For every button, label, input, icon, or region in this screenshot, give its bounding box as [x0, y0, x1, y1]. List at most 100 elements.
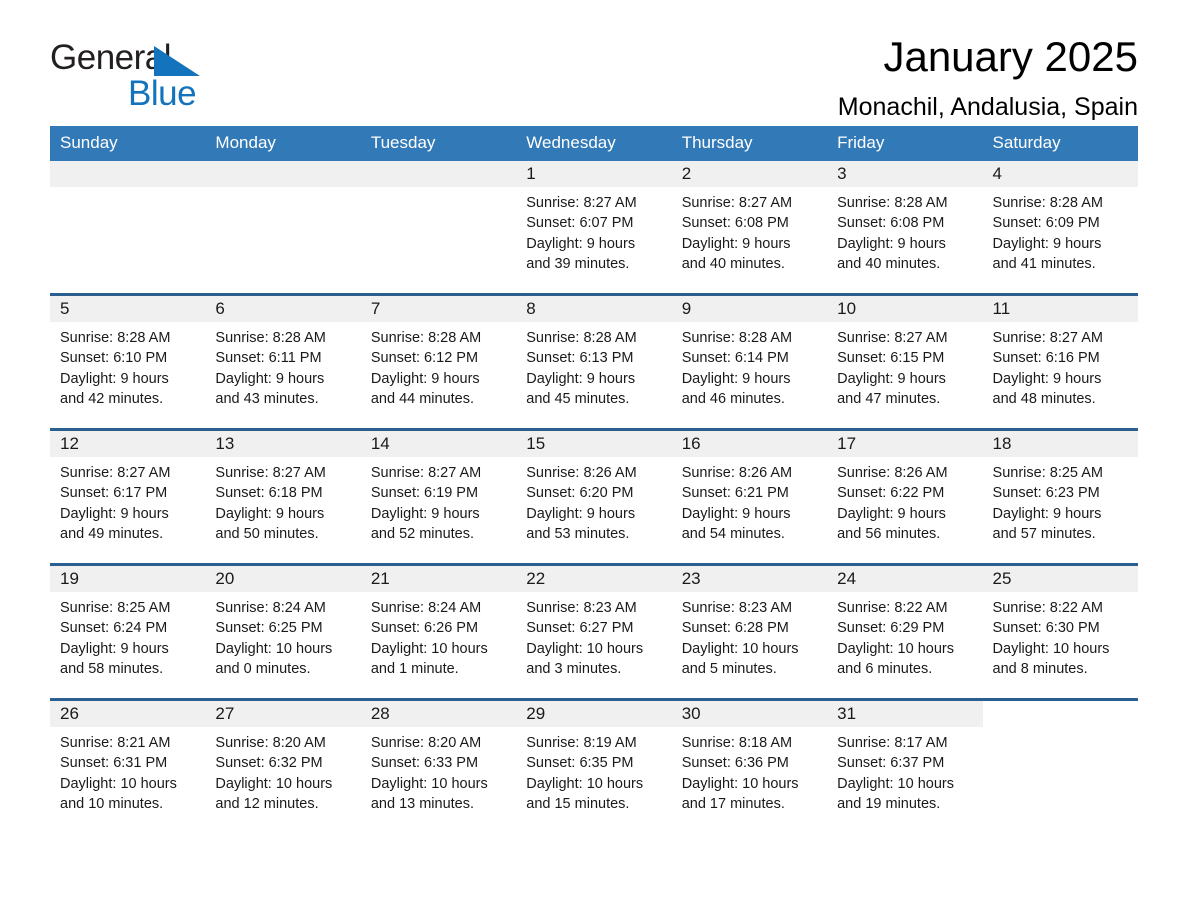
calendar-day-cell[interactable]: 28 Sunrise: 8:20 AM Sunset: 6:33 PM Dayligh…: [360, 698, 517, 833]
sunset-text: Sunset: 6:14 PM: [681, 350, 789, 367]
day-number: 27: [205, 701, 361, 727]
calendar-day-cell[interactable]: 15 Sunrise: 8:26 AM Sunset: 6:20 PM Dayligh…: [516, 428, 672, 565]
day-number: 1: [516, 161, 672, 187]
day-cell-inner: 17 Sunrise: 8:26 AM Sunset: 6:22 PM Dayligh…: [827, 431, 983, 563]
day-number: 30: [671, 701, 828, 727]
day-cell-inner: 19 Sunrise: 8:25 AM Sunset: 6:24 PM Dayligh…: [50, 566, 206, 698]
day-details: Sunrise: 8:26 AM Sunset: 6:20 PM Daylight:…: [516, 457, 671, 544]
calendar-day-cell[interactable]: 23 Sunrise: 8:23 AM Sunset: 6:28 PM Dayligh…: [671, 563, 828, 700]
calendar-day-cell[interactable]: 5 Sunrise: 8:28 AM Sunset: 6:10 PM Daylight…: [50, 293, 206, 430]
calendar-day-cell[interactable]: 29 Sunrise: 8:19 AM Sunset: 6:35 PM Dayligh…: [516, 698, 672, 833]
day-details: Sunrise: 8:28 AM Sunset: 6:10 PM Daylight:…: [50, 322, 205, 409]
daylight-text-line2: and 42 minutes.: [60, 390, 164, 407]
calendar-day-cell[interactable]: 25 Sunrise: 8:22 AM Sunset: 6:30 PM Dayligh…: [982, 563, 1138, 700]
calendar-day-cell[interactable]: 22 Sunrise: 8:23 AM Sunset: 6:27 PM Dayligh…: [516, 563, 672, 700]
calendar-day-cell[interactable]: 6 Sunrise: 8:28 AM Sunset: 6:11 PM Daylight…: [205, 293, 361, 430]
day-details: Sunrise: 8:26 AM Sunset: 6:22 PM Daylight:…: [827, 457, 982, 544]
daylight-text-line2: and 53 minutes.: [526, 525, 630, 542]
day-number: 10: [827, 296, 983, 322]
calendar-day-cell[interactable]: [360, 161, 517, 295]
daylight-text-line2: and 6 minutes.: [837, 660, 933, 677]
calendar-day-cell[interactable]: 19 Sunrise: 8:25 AM Sunset: 6:24 PM Dayligh…: [50, 563, 206, 700]
calendar-day-cell[interactable]: 4 Sunrise: 8:28 AM Sunset: 6:09 PM Daylight…: [982, 161, 1138, 295]
daylight-text-line2: and 50 minutes.: [215, 525, 319, 542]
day-details: Sunrise: 8:28 AM Sunset: 6:11 PM Daylight:…: [205, 322, 360, 409]
sunrise-text: Sunrise: 8:26 AM: [526, 465, 637, 481]
day-cell-inner: [50, 161, 206, 293]
calendar-day-cell[interactable]: 24 Sunrise: 8:22 AM Sunset: 6:29 PM Dayligh…: [827, 563, 983, 700]
daylight-text-line1: Daylight: 10 hours: [370, 640, 488, 657]
daylight-text-line1: Daylight: 10 hours: [215, 640, 333, 657]
calendar-day-cell[interactable]: 1 Sunrise: 8:27 AM Sunset: 6:07 PM Daylight…: [516, 161, 672, 295]
daylight-text-line1: Daylight: 9 hours: [681, 370, 791, 387]
day-cell-inner: 9 Sunrise: 8:28 AM Sunset: 6:14 PM Daylight…: [671, 296, 828, 428]
day-details: [361, 187, 516, 193]
calendar-day-cell[interactable]: 17 Sunrise: 8:26 AM Sunset: 6:22 PM Dayligh…: [827, 428, 983, 565]
calendar-day-cell[interactable]: [205, 161, 361, 295]
day-number: 29: [516, 701, 672, 727]
calendar-day-cell[interactable]: 8 Sunrise: 8:28 AM Sunset: 6:13 PM Daylight…: [516, 293, 672, 430]
sunrise-text: Sunrise: 8:22 AM: [837, 600, 948, 616]
sunset-text: Sunset: 6:17 PM: [60, 485, 168, 502]
daylight-text-line1: Daylight: 9 hours: [837, 505, 946, 522]
calendar-day-cell[interactable]: [982, 698, 1138, 833]
calendar-day-cell[interactable]: 9 Sunrise: 8:28 AM Sunset: 6:14 PM Daylight…: [671, 293, 828, 430]
calendar-day-cell[interactable]: 10 Sunrise: 8:27 AM Sunset: 6:15 PM Dayligh…: [827, 293, 983, 430]
day-number: 7: [360, 296, 517, 322]
calendar-day-cell[interactable]: [50, 161, 206, 295]
daylight-text-line1: Daylight: 9 hours: [526, 370, 636, 387]
day-details: Sunrise: 8:19 AM Sunset: 6:35 PM Daylight:…: [516, 727, 671, 814]
daylight-text-line2: and 56 minutes.: [837, 525, 941, 542]
calendar-week-row: 12 Sunrise: 8:27 AM Sunset: 6:17 PM Dayligh…: [50, 428, 1138, 565]
calendar-day-cell[interactable]: 2 Sunrise: 8:27 AM Sunset: 6:08 PM Daylight…: [671, 161, 828, 295]
day-details: Sunrise: 8:27 AM Sunset: 6:15 PM Daylight:…: [827, 322, 982, 409]
calendar-day-cell[interactable]: 26 Sunrise: 8:21 AM Sunset: 6:31 PM Dayligh…: [50, 698, 206, 833]
weekday-header-saturday: Saturday: [982, 126, 1138, 161]
calendar-day-cell[interactable]: 13 Sunrise: 8:27 AM Sunset: 6:18 PM Dayligh…: [205, 428, 361, 565]
calendar-day-cell[interactable]: 3 Sunrise: 8:28 AM Sunset: 6:08 PM Daylight…: [827, 161, 983, 295]
day-details: Sunrise: 8:27 AM Sunset: 6:17 PM Daylight:…: [50, 457, 205, 544]
sunset-text: Sunset: 6:10 PM: [60, 350, 168, 367]
calendar-day-cell[interactable]: 27 Sunrise: 8:20 AM Sunset: 6:32 PM Dayligh…: [205, 698, 361, 833]
daylight-text-line2: and 15 minutes.: [526, 795, 630, 812]
logo-triangle-icon: [154, 46, 200, 76]
sunrise-text: Sunrise: 8:27 AM: [370, 465, 482, 481]
calendar-day-cell[interactable]: 11 Sunrise: 8:27 AM Sunset: 6:16 PM Dayligh…: [982, 293, 1138, 430]
calendar-day-cell[interactable]: 14 Sunrise: 8:27 AM Sunset: 6:19 PM Dayligh…: [360, 428, 517, 565]
day-cell-inner: 13 Sunrise: 8:27 AM Sunset: 6:18 PM Dayligh…: [205, 431, 361, 563]
sunset-text: Sunset: 6:20 PM: [526, 485, 634, 502]
calendar-day-cell[interactable]: 7 Sunrise: 8:28 AM Sunset: 6:12 PM Daylight…: [360, 293, 517, 430]
weekday-header-monday: Monday: [205, 126, 361, 161]
calendar-day-cell[interactable]: 12 Sunrise: 8:27 AM Sunset: 6:17 PM Dayligh…: [50, 428, 206, 565]
sunset-text: Sunset: 6:15 PM: [837, 350, 945, 367]
weekday-header-friday: Friday: [827, 126, 983, 161]
weekday-header-sunday: Sunday: [50, 126, 206, 161]
day-details: Sunrise: 8:22 AM Sunset: 6:30 PM Daylight:…: [983, 592, 1138, 679]
calendar-day-cell[interactable]: 16 Sunrise: 8:26 AM Sunset: 6:21 PM Dayligh…: [671, 428, 828, 565]
sunset-text: Sunset: 6:08 PM: [681, 215, 789, 232]
daylight-text-line2: and 48 minutes.: [992, 390, 1096, 407]
calendar-day-cell[interactable]: 20 Sunrise: 8:24 AM Sunset: 6:25 PM Dayligh…: [205, 563, 361, 700]
day-cell-inner: 3 Sunrise: 8:28 AM Sunset: 6:08 PM Daylight…: [827, 161, 983, 293]
sunrise-text: Sunrise: 8:24 AM: [215, 600, 326, 616]
day-cell-inner: 12 Sunrise: 8:27 AM Sunset: 6:17 PM Dayligh…: [50, 431, 206, 563]
sunset-text: Sunset: 6:37 PM: [837, 755, 945, 772]
day-details: Sunrise: 8:28 AM Sunset: 6:13 PM Daylight:…: [516, 322, 671, 409]
calendar-day-cell[interactable]: 21 Sunrise: 8:24 AM Sunset: 6:26 PM Dayligh…: [360, 563, 517, 700]
sunrise-text: Sunrise: 8:27 AM: [992, 330, 1103, 346]
daylight-text-line2: and 44 minutes.: [370, 390, 475, 407]
calendar-day-cell[interactable]: 31 Sunrise: 8:17 AM Sunset: 6:37 PM Dayligh…: [827, 698, 983, 833]
calendar-day-cell[interactable]: 30 Sunrise: 8:18 AM Sunset: 6:36 PM Dayligh…: [671, 698, 828, 833]
day-cell-inner: 8 Sunrise: 8:28 AM Sunset: 6:13 PM Daylight…: [516, 296, 672, 428]
daylight-text-line2: and 45 minutes.: [526, 390, 630, 407]
daylight-text-line1: Daylight: 9 hours: [215, 370, 325, 387]
sunrise-text: Sunrise: 8:21 AM: [60, 735, 171, 751]
calendar-day-cell[interactable]: 18 Sunrise: 8:25 AM Sunset: 6:23 PM Dayligh…: [982, 428, 1138, 565]
day-details: Sunrise: 8:17 AM Sunset: 6:37 PM Daylight:…: [827, 727, 982, 814]
sunset-text: Sunset: 6:27 PM: [526, 620, 634, 637]
daylight-text-line2: and 52 minutes.: [370, 525, 475, 542]
daylight-text-line1: Daylight: 9 hours: [837, 370, 946, 387]
day-number: 11: [982, 296, 1138, 322]
day-details: Sunrise: 8:28 AM Sunset: 6:08 PM Daylight:…: [827, 187, 982, 274]
day-cell-inner: 4 Sunrise: 8:28 AM Sunset: 6:09 PM Daylight…: [982, 161, 1138, 293]
